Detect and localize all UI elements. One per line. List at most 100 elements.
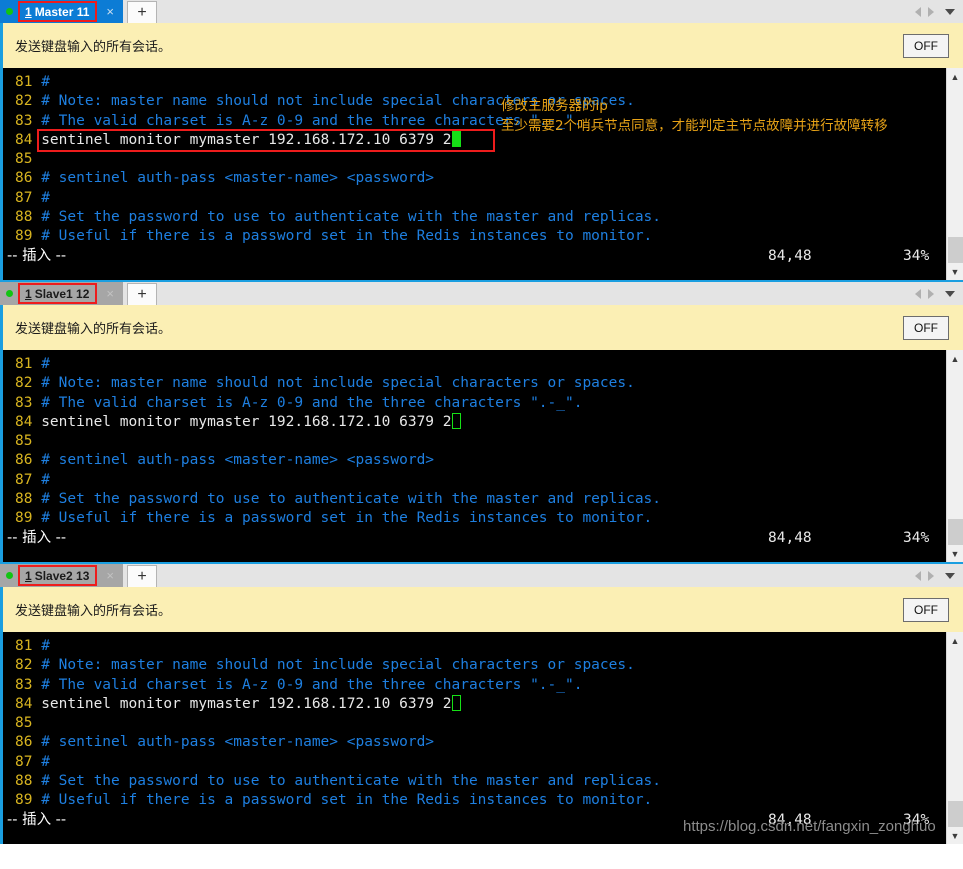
scroll-tabs-right-icon[interactable]	[928, 570, 934, 581]
line-text: # The valid charset is A-z 0-9 and the t…	[32, 394, 583, 411]
line-text: # The valid charset is A-z 0-9 and the t…	[32, 676, 583, 693]
scroll-tabs-left-icon[interactable]	[915, 570, 921, 581]
line-text: # sentinel auth-pass <master-name> <pass…	[32, 734, 435, 751]
tab-index: 1	[25, 4, 32, 19]
text-cursor	[451, 130, 461, 147]
annotation-line: 修改主服务器的ip	[501, 98, 608, 114]
line-number: 88	[15, 491, 33, 508]
broadcast-label: 发送键盘输入的所有会话。	[15, 603, 172, 618]
line-text: # Note: master name should not include s…	[32, 657, 635, 674]
terminal-line: 87 #	[3, 471, 946, 490]
chevron-down-icon[interactable]	[945, 572, 955, 579]
terminal-screen[interactable]: 81 #82 # Note: master name should not in…	[3, 632, 946, 844]
terminal-multiplexer-window: 1 Master 11 × + 发送键盘输入的所有会话。 OFF 81 #82 # Note…	[0, 0, 963, 844]
terminal-screen[interactable]: 81 #82 # Note: master name should not in…	[3, 68, 946, 280]
scrollbar-thumb[interactable]	[947, 519, 963, 545]
terminal-scrollbar[interactable]: ▲ ▼	[946, 350, 963, 562]
line-text: # Set the password to use to authenticat…	[32, 209, 662, 226]
tab-bar-filler	[157, 564, 915, 587]
scroll-tabs-left-icon[interactable]	[915, 288, 921, 299]
scroll-percent: 34%	[903, 529, 930, 546]
text-cursor	[451, 694, 461, 711]
tab-slave2-13[interactable]: 1 Slave2 13 ×	[0, 564, 123, 587]
scroll-up-icon[interactable]: ▲	[947, 68, 963, 85]
close-icon[interactable]: ×	[106, 287, 114, 300]
tab-master-11[interactable]: 1 Master 11 ×	[0, 0, 123, 23]
line-text: sentinel monitor mymaster 192.168.172.10…	[32, 413, 452, 430]
terminal-scrollbar[interactable]: ▲ ▼	[946, 68, 963, 280]
scroll-tabs-left-icon[interactable]	[915, 6, 921, 17]
tab-slave1-12[interactable]: 1 Slave1 12 ×	[0, 282, 123, 305]
terminal-line: 86 # sentinel auth-pass <master-name> <p…	[3, 451, 946, 470]
scroll-tabs-right-icon[interactable]	[928, 6, 934, 17]
chevron-down-icon[interactable]	[945, 290, 955, 297]
terminal-line: 85	[3, 432, 946, 451]
terminal-area: 81 #82 # Note: master name should not in…	[0, 632, 963, 844]
close-icon[interactable]: ×	[106, 5, 114, 18]
line-number: 85	[15, 715, 33, 732]
line-number: 87	[15, 471, 33, 488]
terminal-line: 83 # The valid charset is A-z 0-9 and th…	[3, 394, 946, 413]
line-number: 81	[15, 74, 33, 90]
terminal-line: 89 # Useful if there is a password set i…	[3, 509, 946, 528]
tab-bar-nav	[915, 0, 963, 23]
line-number: 89	[15, 228, 33, 245]
line-number: 85	[15, 433, 33, 450]
line-number: 88	[15, 773, 33, 790]
terminal-line: 89 # Useful if there is a password set i…	[3, 227, 946, 246]
scrollbar-thumb[interactable]	[947, 801, 963, 827]
line-number: 82	[15, 657, 33, 674]
broadcast-toggle-button[interactable]: OFF	[903, 315, 949, 340]
scrollbar-track[interactable]	[947, 649, 963, 827]
tab-bar: 1 Slave1 12 × +	[0, 282, 963, 305]
scroll-up-icon[interactable]: ▲	[947, 350, 963, 367]
terminal-line: 82 # Note: master name should not includ…	[3, 656, 946, 675]
line-number: 83	[15, 676, 33, 693]
tab-bar: 1 Master 11 × +	[0, 0, 963, 23]
terminal-line: 83 # The valid charset is A-z 0-9 and th…	[3, 676, 946, 695]
broadcast-label: 发送键盘输入的所有会话。	[15, 39, 172, 54]
line-text: sentinel monitor mymaster 192.168.172.10…	[32, 131, 452, 148]
scroll-down-icon[interactable]: ▼	[947, 827, 963, 844]
line-text: #	[32, 471, 50, 488]
terminal-screen[interactable]: 81 #82 # Note: master name should not in…	[3, 350, 946, 562]
broadcast-label: 发送键盘输入的所有会话。	[15, 321, 172, 336]
scroll-down-icon[interactable]: ▼	[947, 263, 963, 280]
line-number: 81	[15, 356, 33, 372]
terminal-line: 85	[3, 150, 946, 169]
broadcast-toggle-button[interactable]: OFF	[903, 33, 949, 58]
text-cursor	[451, 412, 461, 429]
close-icon[interactable]: ×	[106, 569, 114, 582]
terminal-line: 84 sentinel monitor mymaster 192.168.172…	[3, 694, 946, 714]
tab-bar-nav	[915, 564, 963, 587]
line-text: # sentinel auth-pass <master-name> <pass…	[32, 452, 435, 469]
terminal-line: 84 sentinel monitor mymaster 192.168.172…	[3, 412, 946, 432]
tab-bar-nav	[915, 282, 963, 305]
terminal-line: 81 #	[3, 637, 946, 656]
new-tab-button[interactable]: +	[127, 283, 157, 305]
line-number: 89	[15, 510, 33, 527]
vim-status-line: -- 插入 -- 84,48 34%	[3, 247, 946, 266]
line-text: # Useful if there is a password set in t…	[32, 228, 653, 245]
scrollbar-thumb[interactable]	[947, 237, 963, 263]
line-text: # Useful if there is a password set in t…	[32, 792, 653, 809]
scroll-tabs-right-icon[interactable]	[928, 288, 934, 299]
terminal-line: 89 # Useful if there is a password set i…	[3, 791, 946, 810]
broadcast-toggle-button[interactable]: OFF	[903, 597, 949, 622]
tab-index: 1	[25, 568, 32, 583]
tab-title: Slave1 12	[34, 286, 90, 301]
scrollbar-track[interactable]	[947, 85, 963, 263]
tab-index: 1	[25, 286, 32, 301]
vim-mode: -- 插入 --	[7, 811, 67, 828]
scroll-up-icon[interactable]: ▲	[947, 632, 963, 649]
terminal-scrollbar[interactable]: ▲ ▼	[946, 632, 963, 844]
terminal-line: 81 #	[3, 355, 946, 374]
new-tab-button[interactable]: +	[126, 1, 157, 23]
chevron-down-icon[interactable]	[945, 8, 955, 15]
line-number: 83	[15, 394, 33, 411]
scrollbar-track[interactable]	[947, 367, 963, 545]
new-tab-button[interactable]: +	[127, 565, 157, 587]
line-text: #	[32, 189, 50, 206]
scroll-down-icon[interactable]: ▼	[947, 545, 963, 562]
terminal-line: 85	[3, 714, 946, 733]
